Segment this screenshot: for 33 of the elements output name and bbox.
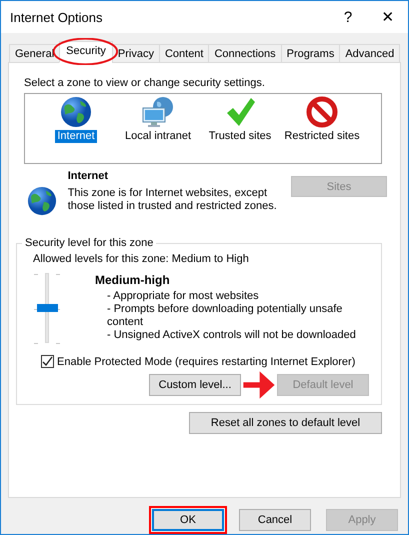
zone-item[interactable]: Trusted sites	[206, 130, 274, 143]
computer-globe-icon	[141, 96, 175, 128]
level-name: Medium-high	[95, 273, 171, 287]
zone-item[interactable]: Restricted sites	[282, 130, 362, 143]
level-button[interactable]: Custom level...	[149, 374, 241, 396]
zone-prompt: Select a zone to view or change security settings.	[24, 77, 266, 89]
zone-description: This zone is for Internet websites, except those listed in trusted and restricted zones.	[68, 187, 278, 213]
level-description: - Appropriate for most websites	[107, 290, 260, 303]
check-icon	[42, 356, 53, 367]
reset-zones-button[interactable]: Reset all zones to default level	[189, 412, 382, 434]
dialog-button[interactable]: Cancel	[239, 509, 311, 531]
zone-item[interactable]: Local intranet	[122, 130, 194, 143]
tab[interactable]: General	[9, 44, 60, 63]
protected-mode-checkbox[interactable]: Enable Protected Mode (requires restarting Internet Explorer)	[41, 355, 381, 368]
level-description: - Prompts before downloading potentially unsafe content	[107, 303, 344, 329]
tab[interactable]: Privacy	[112, 44, 160, 63]
close-button[interactable]: ✕	[368, 2, 408, 32]
checkbox[interactable]	[41, 355, 54, 368]
zone-item[interactable]: Internet	[55, 130, 97, 143]
window-title: Internet Options	[10, 10, 104, 24]
group-title: Security level for this zone	[24, 237, 154, 249]
slider-thumb[interactable]	[37, 304, 58, 312]
tab[interactable]: Security	[59, 41, 113, 63]
checkmark-icon	[224, 96, 256, 128]
dialog-button[interactable]: OK	[152, 509, 224, 531]
globe-icon	[60, 96, 92, 128]
level-description: - Unsigned ActiveX controls will not be downloaded	[107, 329, 357, 342]
prohibited-icon	[306, 96, 338, 128]
tab[interactable]: Advanced	[339, 44, 400, 63]
allowed-levels: Allowed levels for this zone: Medium to High	[33, 253, 249, 265]
zone-name: Internet	[68, 170, 110, 182]
globe-icon	[27, 186, 57, 216]
help-button[interactable]: ?	[328, 2, 368, 32]
